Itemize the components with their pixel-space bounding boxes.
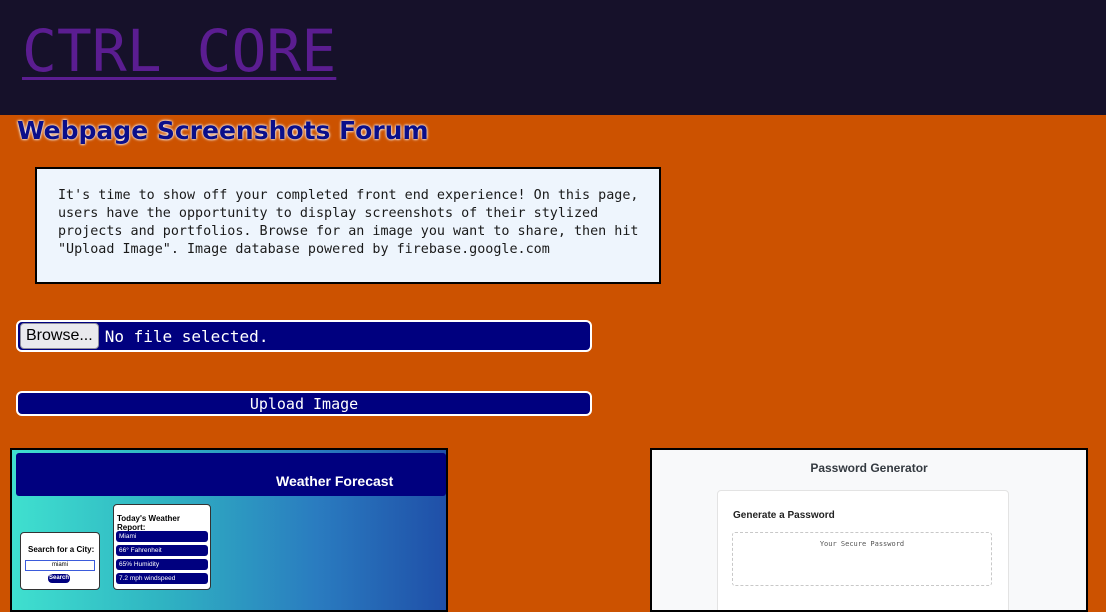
intro-text: It's time to show off your completed fro… xyxy=(35,167,661,284)
weather-row: 66° Fahrenheit xyxy=(116,545,208,556)
top-bar: CTRL CORE xyxy=(0,0,1106,115)
brand-logo-link[interactable]: CTRL CORE xyxy=(22,20,336,82)
gallery-image-password: Password Generator Generate a Password Y… xyxy=(650,448,1088,612)
weather-row: Miami xyxy=(116,531,208,542)
weather-row: 65% Humidity xyxy=(116,559,208,570)
password-output-box: Your Secure Password xyxy=(732,532,992,586)
file-input[interactable]: Browse... No file selected. xyxy=(16,320,592,352)
weather-row: 7.2 mph windspeed xyxy=(116,573,208,584)
browse-button[interactable]: Browse... xyxy=(20,323,99,349)
page-title: Webpage Screenshots Forum xyxy=(17,116,429,145)
weather-search-label: Search for a City: xyxy=(28,545,95,554)
weather-search-button: Search xyxy=(48,574,70,583)
weather-report-title: Today's Weather Report: xyxy=(117,514,180,532)
gallery-image-weather: Weather Forecast Today's Weather Report:… xyxy=(10,448,448,612)
password-title: Password Generator xyxy=(810,461,928,475)
weather-report-panel: Today's Weather Report: Miami 66° Fahren… xyxy=(113,504,211,590)
password-panel: Generate a Password Your Secure Password xyxy=(717,490,1009,610)
weather-header: Weather Forecast xyxy=(16,453,446,496)
weather-search-panel: Search for a City: miami Search xyxy=(20,532,100,590)
upload-image-button[interactable]: Upload Image xyxy=(16,391,592,416)
password-panel-heading: Generate a Password xyxy=(733,510,835,521)
weather-search-value: miami xyxy=(25,560,95,571)
file-status-text: No file selected. xyxy=(104,326,269,346)
weather-title: Weather Forecast xyxy=(276,473,394,489)
